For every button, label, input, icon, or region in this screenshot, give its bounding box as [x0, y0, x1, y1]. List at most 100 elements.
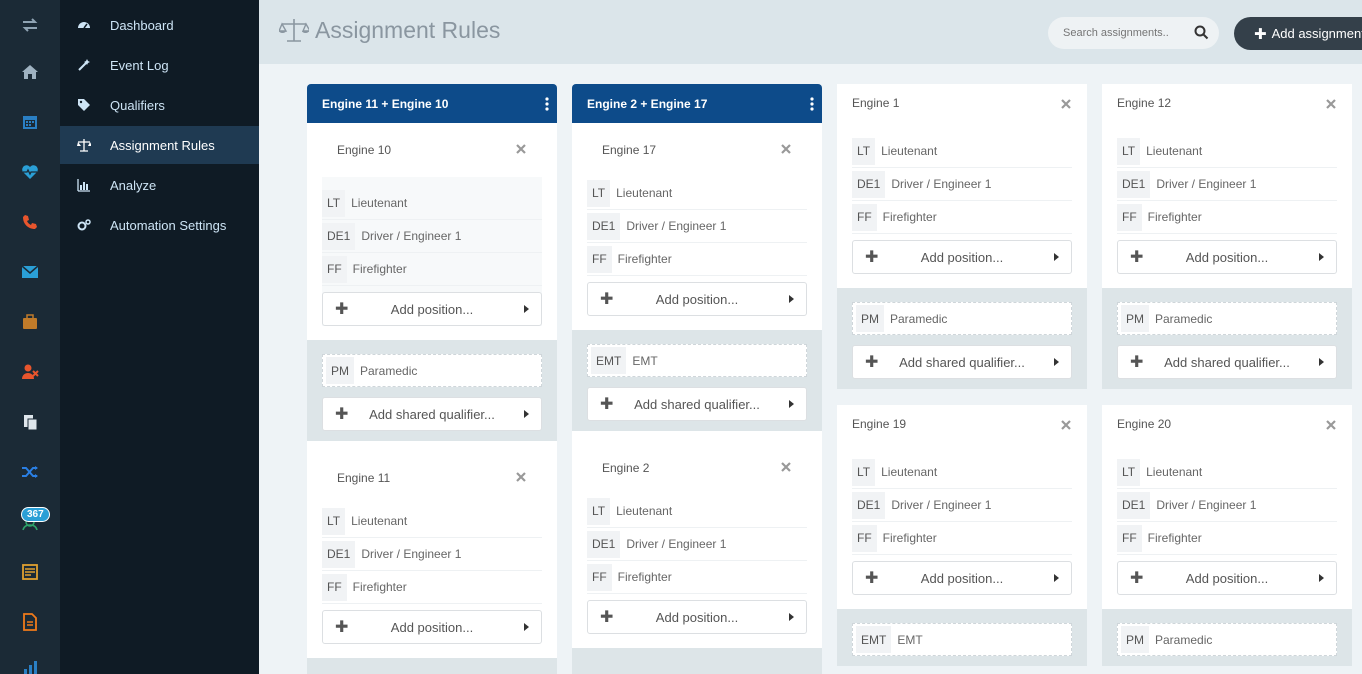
search-input[interactable]	[1063, 27, 1183, 39]
close-icon[interactable]	[1061, 419, 1071, 430]
page-header: Assignment Rules ✚ Add assignment	[259, 0, 1362, 64]
phone-icon[interactable]	[20, 212, 40, 232]
nav-item-qualifiers[interactable]: Qualifiers	[60, 86, 259, 124]
position-row[interactable]: FF Firefighter	[587, 243, 807, 276]
add-position-button[interactable]: ✚ Add position...	[1117, 240, 1337, 274]
schedule-icon[interactable]	[20, 562, 40, 582]
card-title: Engine 20	[1102, 405, 1352, 443]
position-row[interactable]: DE1 Driver / Engineer 1	[587, 210, 807, 243]
nav-label: Qualifiers	[110, 97, 165, 113]
plus-icon: ✚	[865, 354, 879, 371]
position-row[interactable]: DE1 Driver / Engineer 1	[587, 528, 807, 561]
position-row[interactable]: LT Lieutenant	[852, 135, 1072, 168]
position-row[interactable]: DE1 Driver / Engineer 1	[852, 168, 1072, 201]
plus-icon: ✚	[600, 291, 614, 308]
position-row[interactable]: LT Lieutenant	[322, 187, 542, 220]
shared-qualifier-row[interactable]: PM Paramedic	[1117, 623, 1337, 656]
position-row[interactable]: FF Firefighter	[322, 571, 542, 604]
position-label: Lieutenant	[1146, 144, 1203, 158]
caret-right-icon	[1319, 358, 1324, 366]
close-icon[interactable]	[516, 471, 526, 482]
shared-qualifiers: PM Paramedic ✚ Add shared qualifier...	[837, 288, 1087, 389]
search-icon[interactable]	[1194, 25, 1209, 40]
position-label: Firefighter	[617, 252, 672, 266]
heartbeat-icon[interactable]	[20, 162, 40, 182]
card-name: Engine 12	[1117, 96, 1172, 110]
position-row[interactable]: DE1 Driver / Engineer 1	[852, 489, 1072, 522]
nav-item-automation-settings[interactable]: Automation Settings	[60, 206, 259, 244]
nav-sidebar: Dashboard Event Log Qualifiers Assignmen…	[60, 0, 259, 674]
nav-item-analyze[interactable]: Analyze	[60, 166, 259, 204]
position-code: FF	[1117, 524, 1142, 552]
user-x-icon[interactable]	[20, 362, 40, 382]
add-position-button[interactable]: ✚ Add position...	[322, 610, 542, 644]
transfer-icon[interactable]	[20, 15, 40, 35]
position-row[interactable]: LT Lieutenant	[1117, 456, 1337, 489]
add-shared-qualifier-button[interactable]: ✚ Add shared qualifier...	[1117, 345, 1337, 379]
caret-right-icon	[789, 295, 794, 303]
add-position-button[interactable]: ✚ Add position...	[852, 240, 1072, 274]
add-position-button[interactable]: ✚ Add position...	[322, 292, 542, 326]
add-position-button[interactable]: ✚ Add position...	[1117, 561, 1337, 595]
position-row[interactable]: DE1 Driver / Engineer 1	[322, 220, 542, 253]
add-position-button[interactable]: ✚ Add position...	[852, 561, 1072, 595]
add-assignment-button[interactable]: ✚ Add assignment	[1234, 17, 1362, 50]
position-row[interactable]: FF Firefighter	[852, 201, 1072, 234]
position-row[interactable]: LT Lieutenant	[587, 495, 807, 528]
add-shared-qualifier-label: Add shared qualifier...	[634, 396, 760, 412]
nav-item-event-log[interactable]: Event Log	[60, 46, 259, 84]
documents-icon[interactable]	[20, 412, 40, 432]
envelope-icon[interactable]	[20, 262, 40, 282]
group-header[interactable]: Engine 2 + Engine 17	[572, 84, 822, 123]
group-header[interactable]: Engine 11 + Engine 10	[307, 84, 557, 123]
home-icon[interactable]	[20, 62, 40, 82]
add-shared-qualifier-button[interactable]: ✚ Add shared qualifier...	[322, 397, 542, 431]
position-row[interactable]: FF Firefighter	[1117, 522, 1337, 555]
nav-item-dashboard[interactable]: Dashboard	[60, 6, 259, 44]
position-row[interactable]: FF Firefighter	[852, 522, 1072, 555]
caret-right-icon	[1319, 253, 1324, 261]
position-code: LT	[852, 458, 876, 486]
close-icon[interactable]	[516, 143, 526, 154]
close-icon[interactable]	[1326, 419, 1336, 430]
kebab-menu-icon[interactable]	[545, 97, 549, 111]
position-label: Lieutenant	[351, 514, 408, 528]
calendar-icon[interactable]	[20, 112, 40, 132]
position-row[interactable]: FF Firefighter	[1117, 201, 1337, 234]
qualifier-label: Paramedic	[1155, 311, 1213, 326]
add-position-button[interactable]: ✚ Add position...	[587, 600, 807, 634]
position-label: Lieutenant	[881, 144, 938, 158]
shuffle-icon[interactable]	[20, 462, 40, 482]
shared-qualifier-row[interactable]: EMT EMT	[587, 344, 807, 377]
position-label: Firefighter	[882, 531, 937, 545]
position-row[interactable]: DE1 Driver / Engineer 1	[322, 538, 542, 571]
nav-label: Dashboard	[110, 17, 174, 33]
position-row[interactable]: DE1 Driver / Engineer 1	[1117, 168, 1337, 201]
add-position-button[interactable]: ✚ Add position...	[587, 282, 807, 316]
close-icon[interactable]	[781, 461, 791, 472]
position-row[interactable]: LT Lieutenant	[852, 456, 1072, 489]
search-box[interactable]	[1048, 17, 1219, 49]
position-row[interactable]: LT Lieutenant	[322, 505, 542, 538]
position-row[interactable]: FF Firefighter	[322, 253, 542, 286]
add-shared-qualifier-button[interactable]: ✚ Add shared qualifier...	[852, 345, 1072, 379]
chart-icon[interactable]	[20, 658, 40, 674]
position-row[interactable]: FF Firefighter	[587, 561, 807, 594]
position-row[interactable]: DE1 Driver / Engineer 1	[1117, 489, 1337, 522]
shared-qualifier-row[interactable]: PM Paramedic	[322, 354, 542, 387]
position-row[interactable]: LT Lieutenant	[1117, 135, 1337, 168]
file-icon[interactable]	[20, 612, 40, 632]
close-icon[interactable]	[1326, 98, 1336, 109]
shared-qualifier-row[interactable]: EMT EMT	[852, 623, 1072, 656]
kebab-menu-icon[interactable]	[810, 97, 814, 111]
close-icon[interactable]	[1061, 98, 1071, 109]
nav-item-assignment-rules[interactable]: Assignment Rules	[60, 126, 259, 164]
add-shared-qualifier-button[interactable]: ✚ Add shared qualifier...	[587, 387, 807, 421]
close-icon[interactable]	[781, 143, 791, 154]
shared-qualifier-row[interactable]: PM Paramedic	[1117, 302, 1337, 335]
shared-qualifier-row[interactable]: PM Paramedic	[852, 302, 1072, 335]
briefcase-icon[interactable]	[20, 312, 40, 332]
shared-qualifiers	[572, 648, 822, 674]
position-code: LT	[322, 507, 346, 535]
position-row[interactable]: LT Lieutenant	[587, 177, 807, 210]
